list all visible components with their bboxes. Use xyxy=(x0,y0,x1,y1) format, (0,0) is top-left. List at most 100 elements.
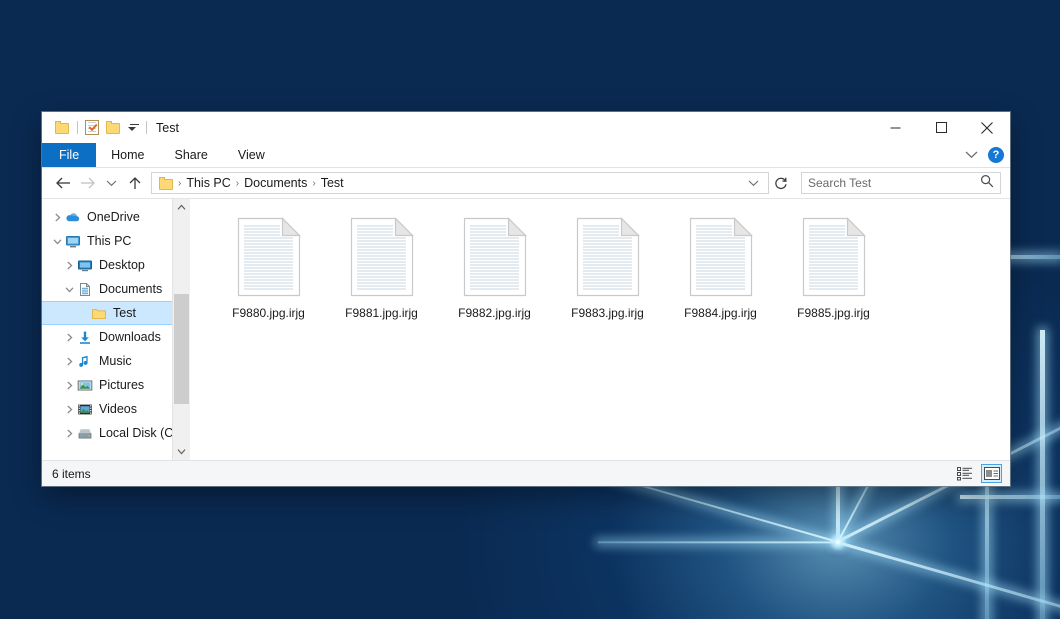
chevron-right-icon[interactable] xyxy=(62,261,76,270)
chevron-right-icon[interactable] xyxy=(62,429,76,438)
item-count-label: 6 items xyxy=(52,467,91,481)
sidebar-item-videos[interactable]: Videos xyxy=(42,397,190,421)
sidebar-item-label: OneDrive xyxy=(87,210,140,224)
details-view-button[interactable] xyxy=(954,464,975,483)
sidebar-item-label: Local Disk (C:) xyxy=(99,426,181,440)
refresh-icon[interactable] xyxy=(769,171,793,195)
properties-icon[interactable] xyxy=(85,120,99,135)
sidebar-item-label: Videos xyxy=(99,402,137,416)
generic-document-icon xyxy=(350,217,414,297)
tab-file[interactable]: File xyxy=(42,143,96,167)
up-button[interactable] xyxy=(123,171,147,195)
generic-document-icon xyxy=(463,217,527,297)
help-icon[interactable]: ? xyxy=(988,147,1004,163)
folder-icon xyxy=(90,306,108,321)
file-name-label: F9884.jpg.irjg xyxy=(684,306,757,320)
tab-share[interactable]: Share xyxy=(160,143,223,167)
new-folder-icon[interactable] xyxy=(106,121,121,134)
chevron-down-icon[interactable] xyxy=(965,146,978,164)
sidebar-item-test[interactable]: Test xyxy=(42,301,190,325)
file-item[interactable]: F9884.jpg.irjg xyxy=(664,215,777,320)
quick-access-toolbar: Test xyxy=(42,120,179,135)
scrollbar-thumb[interactable] xyxy=(174,294,189,404)
back-button[interactable] xyxy=(51,171,75,195)
sidebar-item-local-disk-c[interactable]: Local Disk (C:) xyxy=(42,421,190,445)
ribbon-tabs: File Home Share View ? xyxy=(42,143,1010,168)
breadcrumb-item-test[interactable]: Test xyxy=(317,176,348,190)
sidebar-item-label: Music xyxy=(99,354,132,368)
tab-home[interactable]: Home xyxy=(96,143,159,167)
chevron-right-icon[interactable] xyxy=(62,357,76,366)
chevron-right-icon[interactable] xyxy=(62,405,76,414)
file-grid: F9880.jpg.irjg F9881.jpg.irjg F9882.jpg.ir… xyxy=(190,199,1010,320)
sidebar-item-pictures[interactable]: Pictures xyxy=(42,373,190,397)
address-bar: › This PC › Documents › Test Search Test xyxy=(42,168,1010,198)
search-placeholder: Search Test xyxy=(808,176,980,190)
sidebar-item-label: Downloads xyxy=(99,330,161,344)
file-name-label: F9880.jpg.irjg xyxy=(232,306,305,320)
forward-button[interactable] xyxy=(75,171,99,195)
explorer-body: OneDrive This PC Desktop Documents Test Downl… xyxy=(42,198,1010,460)
search-icon[interactable] xyxy=(980,174,994,193)
breadcrumb-folder-icon xyxy=(159,177,174,190)
toolbar-divider xyxy=(77,121,78,134)
toolbar-divider-2 xyxy=(146,121,147,134)
close-button[interactable] xyxy=(964,112,1010,143)
chevron-down-icon[interactable] xyxy=(50,237,64,246)
window-title: Test xyxy=(156,121,179,135)
drive-icon xyxy=(76,426,94,441)
sidebar-item-label: Documents xyxy=(99,282,162,296)
chevron-right-icon[interactable] xyxy=(62,381,76,390)
maximize-button[interactable] xyxy=(918,112,964,143)
file-name-label: F9881.jpg.irjg xyxy=(345,306,418,320)
generic-document-icon xyxy=(576,217,640,297)
sidebar-item-music[interactable]: Music xyxy=(42,349,190,373)
sidebar-item-label: Test xyxy=(113,306,136,320)
minimize-button[interactable] xyxy=(872,112,918,143)
tab-view[interactable]: View xyxy=(223,143,280,167)
generic-document-icon xyxy=(802,217,866,297)
chevron-right-icon[interactable] xyxy=(62,333,76,342)
breadcrumb-item-this-pc[interactable]: This PC xyxy=(182,176,234,190)
large-icons-view-button[interactable] xyxy=(981,464,1002,483)
navigation-tree: OneDrive This PC Desktop Documents Test Downl… xyxy=(42,199,190,445)
recent-locations-button[interactable] xyxy=(99,171,123,195)
sidebar-item-downloads[interactable]: Downloads xyxy=(42,325,190,349)
file-item[interactable]: F9881.jpg.irjg xyxy=(325,215,438,320)
generic-document-icon xyxy=(689,217,753,297)
chevron-down-icon[interactable] xyxy=(62,285,76,294)
sidebar-item-label: Desktop xyxy=(99,258,145,272)
sidebar-item-documents[interactable]: Documents xyxy=(42,277,190,301)
file-item[interactable]: F9885.jpg.irjg xyxy=(777,215,890,320)
sidebar-item-onedrive[interactable]: OneDrive xyxy=(42,205,190,229)
title-bar: Test xyxy=(42,112,1010,143)
file-explorer-window: Test File Home Share View ? xyxy=(42,112,1010,486)
file-item[interactable]: F9883.jpg.irjg xyxy=(551,215,664,320)
scroll-down-arrow[interactable] xyxy=(173,443,190,460)
breadcrumb-dropdown-icon[interactable] xyxy=(743,179,763,187)
sidebar-item-desktop[interactable]: Desktop xyxy=(42,253,190,277)
sidebar-item-label: Pictures xyxy=(99,378,144,392)
view-toggle-group xyxy=(954,461,1002,486)
file-name-label: F9883.jpg.irjg xyxy=(571,306,644,320)
video-icon xyxy=(76,402,94,417)
status-bar: 6 items xyxy=(42,460,1010,486)
breadcrumb-item-documents[interactable]: Documents xyxy=(240,176,311,190)
file-item[interactable]: F9882.jpg.irjg xyxy=(438,215,551,320)
window-controls xyxy=(872,112,1010,143)
chevron-right-icon[interactable] xyxy=(50,213,64,222)
sidebar-item-label: This PC xyxy=(87,234,131,248)
quick-access-dropdown[interactable] xyxy=(125,124,139,131)
folder-icon[interactable] xyxy=(55,121,70,134)
sidebar-item-this-pc[interactable]: This PC xyxy=(42,229,190,253)
file-list-pane[interactable]: F9880.jpg.irjg F9881.jpg.irjg F9882.jpg.ir… xyxy=(190,199,1010,460)
cloud-icon xyxy=(64,210,82,225)
navigation-pane: OneDrive This PC Desktop Documents Test Downl… xyxy=(42,199,190,460)
music-icon xyxy=(76,354,94,369)
scroll-up-arrow[interactable] xyxy=(173,199,190,216)
nav-scrollbar[interactable] xyxy=(172,199,190,460)
file-item[interactable]: F9880.jpg.irjg xyxy=(212,215,325,320)
breadcrumb[interactable]: › This PC › Documents › Test xyxy=(151,172,769,194)
generic-document-icon xyxy=(237,217,301,297)
search-input[interactable]: Search Test xyxy=(801,172,1001,194)
